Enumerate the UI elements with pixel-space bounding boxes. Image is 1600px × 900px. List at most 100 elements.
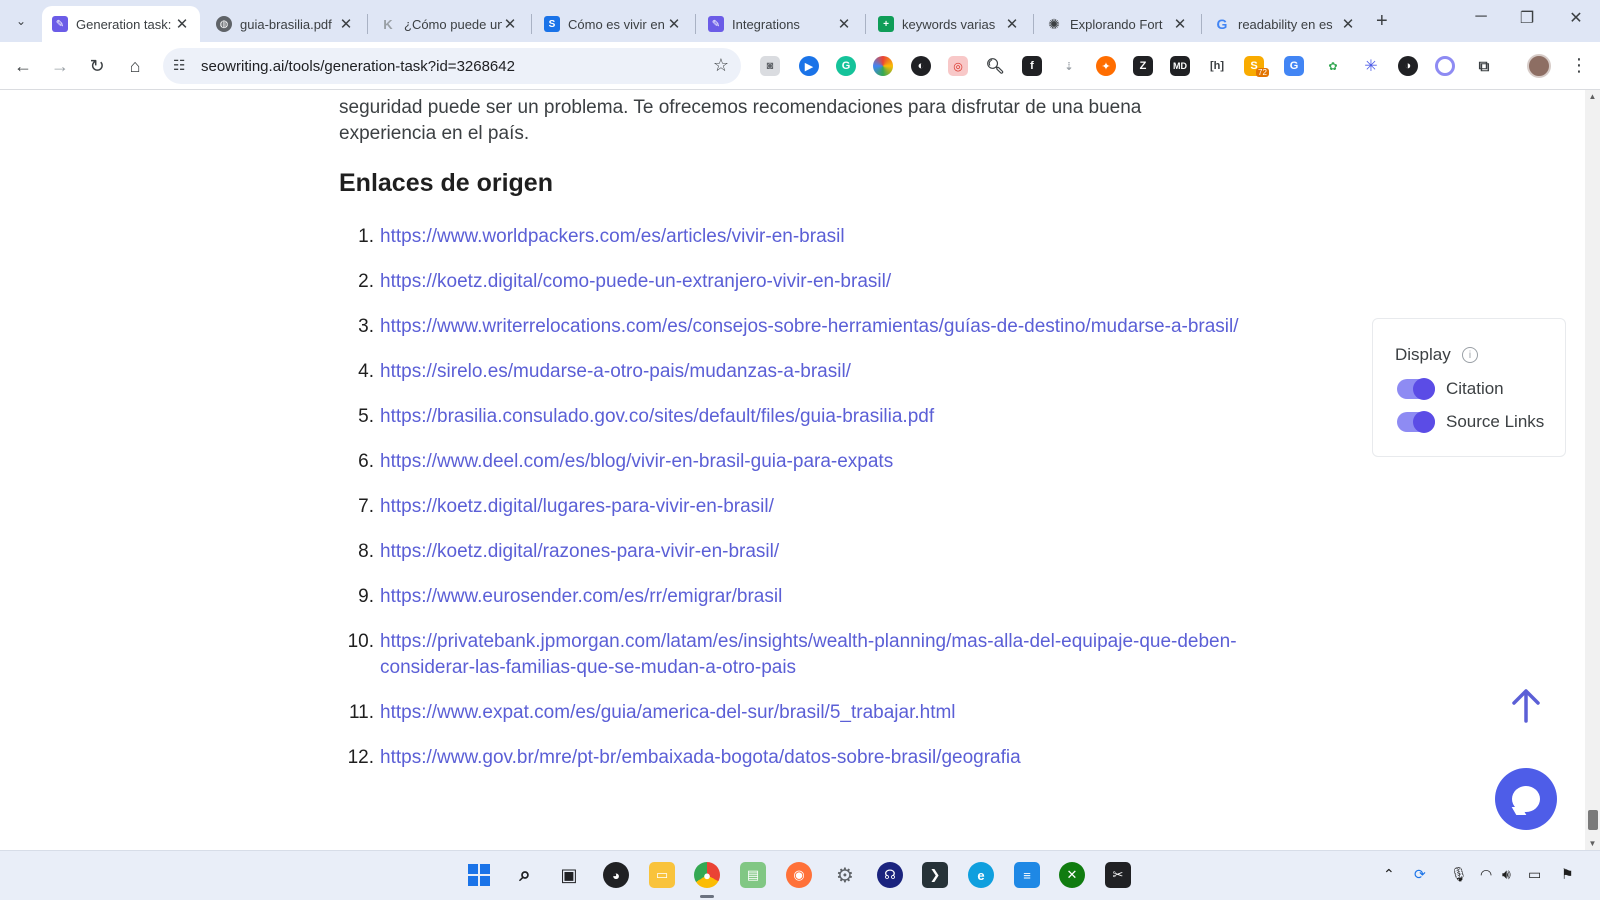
source-link[interactable]: https://www.eurosender.com/es/rr/emigrar… xyxy=(380,584,1249,610)
source-link[interactable]: https://sirelo.es/mudarse-a-otro-pais/mu… xyxy=(380,359,1249,385)
tab-como-puede[interactable]: K ¿Cómo puede un ✕ xyxy=(370,6,528,42)
chat-button[interactable] xyxy=(1495,768,1557,830)
xbox-icon[interactable]: ✕ xyxy=(1059,862,1085,888)
source-link[interactable]: https://koetz.digital/como-puede-un-extr… xyxy=(380,269,1249,295)
tab-generation-task[interactable]: ✎ Generation task: ✕ xyxy=(42,6,200,42)
address-bar[interactable]: ☷ seowriting.ai/tools/generation-task?id… xyxy=(163,48,741,84)
snowflake-extension-icon[interactable]: ✳ xyxy=(1361,56,1381,76)
citation-toggle-row[interactable]: Citation xyxy=(1397,378,1504,400)
scroll-down-arrow-icon[interactable]: ▼ xyxy=(1585,839,1600,848)
list-item: 1. https://www.worldpackers.com/es/articl… xyxy=(339,224,1249,250)
forward-arrow-icon[interactable]: → xyxy=(46,52,74,80)
grammarly-extension-icon[interactable]: G xyxy=(836,56,856,76)
notepad-icon[interactable]: ≡ xyxy=(1014,862,1040,888)
wifi-icon[interactable]: ◠ xyxy=(1480,866,1492,883)
battery-icon[interactable]: ▭ xyxy=(1528,866,1541,883)
extensions-puzzle-icon[interactable]: ⧉ xyxy=(1474,56,1494,76)
tab-como-es-vivir[interactable]: S Cómo es vivir en ✕ xyxy=(534,6,692,42)
close-icon[interactable]: ✕ xyxy=(836,15,852,33)
windows-start-icon[interactable] xyxy=(466,862,492,888)
app-icon[interactable]: ◕ xyxy=(603,862,629,888)
fire-extension-icon[interactable]: ✦ xyxy=(1096,56,1116,76)
restore-icon[interactable]: ❐ xyxy=(1512,8,1542,28)
close-icon[interactable]: ✕ xyxy=(1004,15,1020,33)
instagram-extension-icon[interactable]: ◎ xyxy=(948,56,968,76)
bookmark-star-icon[interactable]: ☆ xyxy=(713,55,729,76)
dark-extension-icon[interactable]: ◐ xyxy=(911,56,931,76)
volume-icon[interactable]: 🔊︎ xyxy=(1502,866,1511,883)
photos-icon[interactable]: ▤ xyxy=(740,862,766,888)
new-tab-button[interactable]: + xyxy=(1376,10,1388,33)
edge-icon[interactable]: e xyxy=(968,862,994,888)
close-icon[interactable]: ✕ xyxy=(666,15,682,33)
source-links-toggle[interactable] xyxy=(1397,411,1435,433)
sync-icon[interactable]: ⟳ xyxy=(1414,866,1426,883)
intro-paragraph: seguridad puede ser un problema. Te ofre… xyxy=(339,97,1142,144)
back-arrow-icon[interactable]: ← xyxy=(9,52,37,80)
close-icon[interactable]: ✕ xyxy=(1340,15,1356,33)
task-view-icon[interactable]: ▣ xyxy=(556,862,582,888)
chevron-up-icon[interactable]: ⌃ xyxy=(1383,866,1395,883)
camera-extension-icon[interactable]: ◙ xyxy=(760,56,780,76)
tab-explorando-fort[interactable]: ✺ Explorando Fort ✕ xyxy=(1036,6,1198,42)
source-link[interactable]: https://www.gov.br/mre/pt-br/embaixada-b… xyxy=(380,745,1249,771)
play-extension-icon[interactable]: ▶ xyxy=(799,56,819,76)
font-extension-icon[interactable]: f xyxy=(1022,56,1042,76)
firefox-icon[interactable]: ◉ xyxy=(786,862,812,888)
page-scrollbar[interactable]: ▲ ▼ xyxy=(1585,90,1600,850)
tab-readability[interactable]: G readability en es ✕ xyxy=(1204,6,1366,42)
circle-extension-icon[interactable]: ◑ xyxy=(1398,56,1418,76)
tab-integrations[interactable]: ✎ Integrations ✕ xyxy=(698,6,862,42)
home-icon[interactable]: ⌂ xyxy=(121,52,149,80)
capcut-icon[interactable]: ✂ xyxy=(1105,862,1131,888)
item-number: 6. xyxy=(358,451,374,472)
profile-avatar[interactable] xyxy=(1527,54,1551,78)
list-item: 12. https://www.gov.br/mre/pt-br/embaixad… xyxy=(339,745,1249,771)
seowriting-icon: ✎ xyxy=(708,16,724,32)
source-link[interactable]: https://koetz.digital/lugares-para-vivir… xyxy=(380,494,1249,520)
file-explorer-icon[interactable]: ▭ xyxy=(649,862,675,888)
info-icon[interactable]: i xyxy=(1462,347,1478,363)
source-link[interactable]: https://koetz.digital/razones-para-vivir… xyxy=(380,539,1249,565)
source-link[interactable]: https://www.writerrelocations.com/es/con… xyxy=(380,314,1249,340)
scroll-thumb[interactable] xyxy=(1588,810,1598,830)
search-icon[interactable]: ⌕ xyxy=(512,862,538,888)
tab-keywords-varias[interactable]: + keywords varias ✕ xyxy=(868,6,1030,42)
leaf-extension-icon[interactable]: ✿ xyxy=(1323,56,1343,76)
z-extension-icon[interactable]: Z xyxy=(1133,56,1153,76)
settings-gear-icon[interactable]: ⚙ xyxy=(832,862,858,888)
notification-icon[interactable]: ⚑ xyxy=(1561,866,1574,883)
headphones-icon[interactable]: ☊ xyxy=(877,862,903,888)
tab-guia-brasilia[interactable]: ◍ guia-brasilia.pdf ✕ xyxy=(206,6,364,42)
back-to-top-arrow-icon[interactable] xyxy=(1508,687,1544,723)
site-info-icon[interactable]: ☷ xyxy=(173,57,186,74)
md-extension-icon[interactable]: MD xyxy=(1170,56,1190,76)
source-link[interactable]: https://www.expat.com/es/guia/america-de… xyxy=(380,700,1249,726)
headings-extension-icon[interactable]: [h] xyxy=(1207,56,1227,76)
ring-extension-icon[interactable] xyxy=(1435,56,1455,76)
microphone-icon[interactable]: 🎙︎ xyxy=(1450,866,1468,883)
source-link[interactable]: https://brasilia.consulado.gov.co/sites/… xyxy=(380,404,1249,430)
menu-kebab-icon[interactable]: ⋮ xyxy=(1570,55,1588,76)
translate-extension-icon[interactable]: G xyxy=(1284,56,1304,76)
minimize-icon[interactable]: ─ xyxy=(1466,8,1496,26)
scroll-up-arrow-icon[interactable]: ▲ xyxy=(1585,92,1600,101)
source-link[interactable]: https://www.worldpackers.com/es/articles… xyxy=(380,224,1249,250)
close-icon[interactable]: ✕ xyxy=(338,15,354,33)
citation-toggle[interactable] xyxy=(1397,378,1435,400)
download-extension-icon[interactable]: ⇣ xyxy=(1059,56,1079,76)
color-picker-extension-icon[interactable] xyxy=(873,56,893,76)
url-text[interactable]: seowriting.ai/tools/generation-task?id=3… xyxy=(201,58,515,75)
close-window-icon[interactable]: ✕ xyxy=(1561,8,1591,28)
chrome-icon[interactable]: ● xyxy=(694,862,720,888)
source-link[interactable]: https://privatebank.jpmorgan.com/latam/e… xyxy=(380,629,1249,681)
close-icon[interactable]: ✕ xyxy=(1172,15,1188,33)
magnifier-extension-icon[interactable]: 🔍︎ xyxy=(985,56,1005,76)
terminal-icon[interactable]: ❯ xyxy=(922,862,948,888)
close-icon[interactable]: ✕ xyxy=(174,15,190,33)
close-icon[interactable]: ✕ xyxy=(502,15,518,33)
source-link[interactable]: https://www.deel.com/es/blog/vivir-en-br… xyxy=(380,449,1249,475)
reload-icon[interactable]: ↻ xyxy=(83,52,111,80)
tab-search-chevron-icon[interactable]: ⌄ xyxy=(8,8,34,34)
source-links-toggle-row[interactable]: Source Links xyxy=(1397,411,1544,433)
